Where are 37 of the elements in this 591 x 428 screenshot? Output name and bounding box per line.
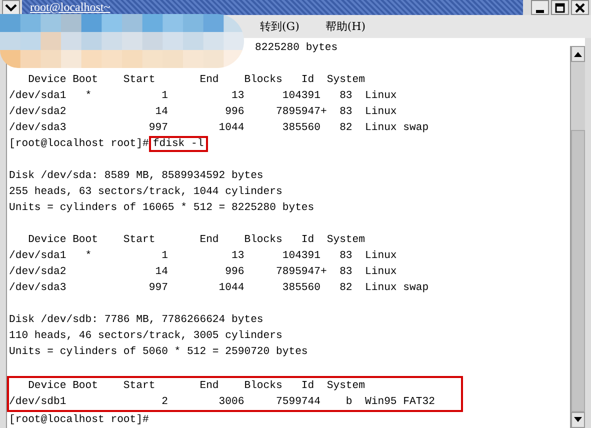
terminal-line: /dev/sda3 997 1044 385560 82 Linux swap (9, 282, 429, 294)
shell-prompt: [root@localhost root]# (9, 414, 149, 426)
terminal-line: 8225280 bytes (255, 42, 338, 54)
menu-item[interactable]: 转到(G) (260, 19, 300, 34)
maximize-icon (555, 2, 565, 12)
terminal-line: /dev/sda2 14 996 7895947+ 83 Linux (9, 266, 397, 278)
close-button[interactable] (571, 0, 589, 15)
minimize-button[interactable] (531, 0, 549, 15)
terminal-line: /dev/sdb1 2 3006 7599744 b Win95 FAT32 (9, 396, 435, 408)
shell-prompt: [root@localhost root]# (9, 138, 149, 150)
terminal-line: /dev/sda2 14 996 7895947+ 83 Linux (9, 106, 397, 118)
terminal-line: Device Boot Start End Blocks Id System (27, 234, 366, 246)
arrow-down-icon (574, 417, 582, 423)
scroll-thumb[interactable] (571, 130, 585, 412)
terminal-line: /dev/sda1 * 1 13 104391 83 Linux (9, 90, 397, 102)
terminal-line: 110 heads, 46 sectors/track, 3005 cylinders (9, 330, 282, 342)
terminal-line: /dev/sda1 * 1 13 104391 83 Linux (9, 250, 397, 262)
terminal-line: Units = cylinders of 5060 * 512 = 2590720 bytes (9, 346, 308, 358)
terminal-line: Disk /dev/sda: 8589 MB, 8589934592 bytes (9, 170, 264, 182)
minimize-icon (536, 10, 544, 12)
terminal-line: /dev/sda3 997 1044 385560 82 Linux swap (9, 122, 429, 134)
window-menu-button[interactable] (2, 0, 20, 15)
terminal-line: 255 heads, 63 sectors/track, 1044 cylinders (9, 186, 282, 198)
terminal-line: Device Boot Start End Blocks Id System (27, 380, 366, 392)
terminal-line: Units = cylinders of 16065 * 512 = 8225280 bytes (9, 202, 314, 214)
scroll-down-button[interactable] (571, 412, 585, 428)
command-text: fdisk -l (148, 136, 208, 152)
maximize-button[interactable] (551, 0, 569, 15)
arrow-up-icon (574, 51, 582, 57)
terminal-line: Device Boot Start End Blocks Id System (27, 74, 366, 86)
menu-item[interactable]: 帮助(H) (325, 19, 366, 34)
scroll-up-button[interactable] (571, 46, 585, 62)
window-title: root@localhost~ (30, 0, 110, 15)
terminal-line: Disk /dev/sdb: 7786 MB, 7786266624 bytes (9, 314, 264, 326)
close-icon (575, 2, 585, 12)
scrollbar[interactable] (570, 46, 585, 428)
chevron-down-icon (5, 4, 17, 12)
